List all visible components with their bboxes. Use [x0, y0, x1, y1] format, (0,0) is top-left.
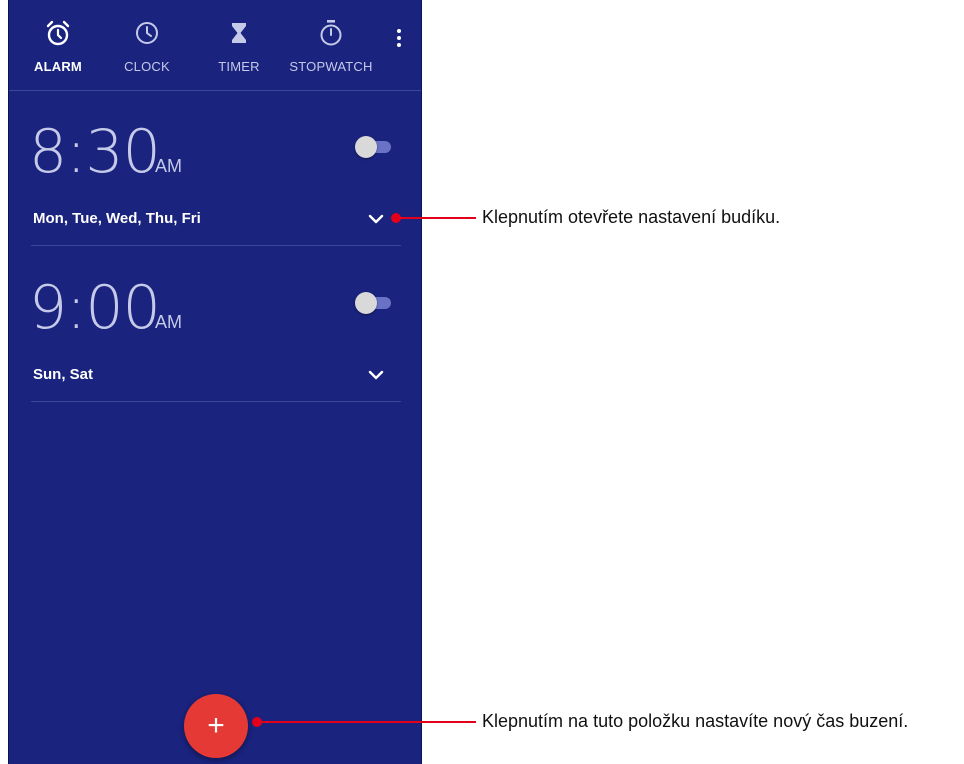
- alarm-time[interactable]: 9:00: [29, 278, 161, 338]
- alarm-icon: [46, 20, 70, 46]
- tab-timer-label: TIMER: [218, 59, 260, 74]
- tab-bar: ALARM CLOCK TIMER STOPWATCH: [9, 0, 421, 91]
- divider: [31, 401, 401, 402]
- alarm-toggle[interactable]: [355, 292, 393, 314]
- alarm-item[interactable]: 9:00 AM Sun, Sat: [9, 246, 421, 402]
- tab-clock-label: CLOCK: [124, 59, 170, 74]
- stopwatch-icon: [320, 20, 342, 46]
- alarm-ampm: AM: [155, 156, 182, 176]
- tab-stopwatch-label: STOPWATCH: [289, 59, 373, 74]
- alarm-days: Sun, Sat: [33, 366, 94, 383]
- chevron-down-icon[interactable]: [367, 213, 385, 225]
- chevron-down-icon[interactable]: [367, 369, 385, 381]
- alarm-item[interactable]: 8:30 AM Mon, Tue, Wed, Thu, Fri: [9, 90, 421, 246]
- add-alarm-button[interactable]: +: [184, 694, 248, 758]
- alarm-days: Mon, Tue, Wed, Thu, Fri: [33, 210, 201, 227]
- hourglass-icon: [232, 23, 246, 43]
- alarm-toggle[interactable]: [355, 136, 393, 158]
- tab-alarm-label: ALARM: [34, 59, 82, 74]
- clock-app-screen: ALARM CLOCK TIMER STOPWATCH 8:30 AM Mon,…: [8, 0, 422, 764]
- tab-clock[interactable]: CLOCK: [107, 0, 187, 90]
- overflow-menu-icon[interactable]: [393, 26, 405, 52]
- callout-add-text: Klepnutím na tuto položku nastavíte nový…: [482, 711, 909, 731]
- tab-timer[interactable]: TIMER: [199, 0, 279, 90]
- tab-stopwatch[interactable]: STOPWATCH: [281, 0, 381, 90]
- callout-expand-text: Klepnutím otevřete nastavení budíku.: [482, 207, 781, 227]
- alarm-time[interactable]: 8:30: [29, 122, 161, 182]
- callout-line: [396, 217, 476, 219]
- tab-alarm[interactable]: ALARM: [19, 0, 97, 90]
- callout-line: [257, 721, 476, 723]
- alarm-ampm: AM: [155, 312, 182, 332]
- clock-icon: [136, 22, 158, 44]
